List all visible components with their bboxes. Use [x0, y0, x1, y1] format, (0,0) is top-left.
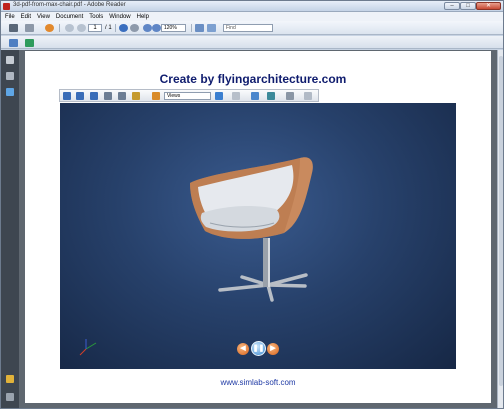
zoom-icon[interactable] — [104, 92, 112, 100]
menu-bar: File Edit View Document Tools Window Hel… — [1, 12, 503, 21]
zoom-out-icon[interactable] — [143, 24, 152, 32]
next-view-button[interactable]: ▶ — [267, 343, 279, 355]
3d-chair-model — [79, 157, 313, 356]
fly-icon[interactable] — [132, 92, 140, 100]
vertical-scrollbar[interactable] — [497, 50, 503, 408]
zoom-select[interactable]: 120% — [161, 24, 186, 32]
zoom-in-icon[interactable] — [152, 24, 161, 32]
menu-window[interactable]: Window — [109, 14, 130, 20]
walk-icon[interactable] — [118, 92, 126, 100]
menu-view[interactable]: View — [37, 14, 50, 20]
document-heading: Create by flyingarchitecture.com — [159, 72, 347, 86]
adobe-reader-icon — [3, 3, 10, 10]
pause-button[interactable]: ❚❚ — [251, 341, 266, 356]
axis-triad — [79, 339, 97, 356]
menu-file[interactable]: File — [5, 14, 15, 20]
toolbar-separator — [191, 24, 192, 32]
rotate-icon[interactable] — [63, 92, 71, 100]
previous-page-icon[interactable] — [65, 24, 74, 32]
print-icon[interactable] — [9, 24, 18, 32]
find-input[interactable]: Find — [223, 24, 273, 32]
menu-edit[interactable]: Edit — [21, 14, 31, 20]
share-icon[interactable] — [45, 24, 54, 32]
background-color-icon[interactable] — [304, 92, 312, 100]
page-number-input[interactable]: 1 — [88, 24, 102, 32]
window-title: 3d-pdf-from-max-chair.pdf - Adobe Reader — [13, 2, 126, 8]
secondary-toolbar — [1, 36, 503, 49]
previous-view-button[interactable]: ◀ — [237, 343, 249, 355]
navigation-pane — [1, 50, 19, 408]
previous-glyph: ◀ — [240, 345, 246, 352]
model-tree-toggle-icon[interactable] — [215, 92, 223, 100]
toolbar-separator — [59, 24, 60, 32]
menu-document[interactable]: Document — [56, 14, 83, 20]
toolbar-separator — [115, 24, 116, 32]
views-dropdown[interactable]: Views — [164, 92, 211, 100]
model-tree-icon[interactable] — [6, 88, 14, 96]
3d-viewport[interactable] — [60, 103, 456, 369]
3d-toolbar: Views — [59, 89, 319, 102]
play-animation-icon[interactable] — [232, 92, 240, 100]
pan-icon[interactable] — [90, 92, 98, 100]
spin-icon[interactable] — [76, 92, 84, 100]
minimize-button[interactable]: – — [444, 2, 460, 10]
menu-tools[interactable]: Tools — [89, 14, 103, 20]
menu-help[interactable]: Help — [137, 14, 149, 20]
projection-icon[interactable] — [251, 92, 259, 100]
pages-panel-icon[interactable] — [6, 56, 14, 64]
fit-page-icon[interactable] — [195, 24, 204, 32]
scrollbar-thumb[interactable] — [499, 56, 503, 386]
lighting-icon[interactable] — [286, 92, 294, 100]
select-tool-icon[interactable] — [119, 24, 128, 32]
fit-width-icon[interactable] — [207, 24, 216, 32]
render-mode-icon[interactable] — [267, 92, 275, 100]
next-glyph: ▶ — [270, 345, 276, 352]
pause-glyph: ❚❚ — [252, 345, 265, 352]
comment-icon[interactable] — [25, 39, 34, 47]
main-toolbar: 1 / 1 120% Find — [1, 21, 503, 35]
home-view-icon[interactable] — [152, 92, 160, 100]
page-total: / 1 — [105, 25, 112, 31]
close-button[interactable]: ✕ — [476, 2, 501, 10]
sign-icon[interactable] — [9, 39, 18, 47]
next-page-icon[interactable] — [77, 24, 86, 32]
title-bar[interactable]: 3d-pdf-from-max-chair.pdf - Adobe Reader… — [1, 1, 503, 12]
email-icon[interactable] — [25, 24, 34, 32]
footer-link[interactable]: www.simlab-soft.com — [1, 378, 504, 387]
maximize-button[interactable]: □ — [460, 2, 476, 10]
app-window: 3d-pdf-from-max-chair.pdf - Adobe Reader… — [0, 0, 504, 409]
attachments-panel-icon[interactable] — [6, 393, 14, 401]
hand-tool-icon[interactable] — [130, 24, 139, 32]
